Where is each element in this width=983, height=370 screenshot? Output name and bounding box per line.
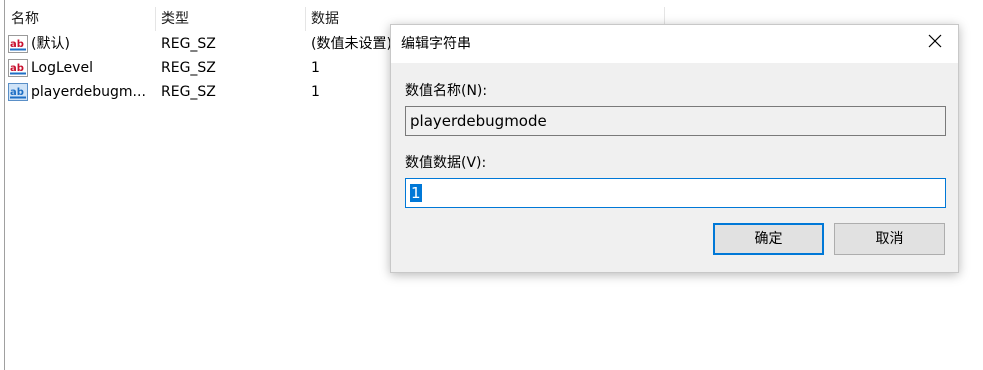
column-header-name[interactable]: 名称 [5,7,155,31]
value-type: REG_SZ [161,60,216,76]
string-value-icon: ab [8,83,28,101]
value-name-label: 数值名称(N): [405,83,488,99]
value-name: playerdebugm... [31,84,146,100]
close-button[interactable] [912,25,958,57]
value-data: 1 [311,84,320,100]
value-data: (数值未设置) [311,36,392,52]
svg-text:ab: ab [10,87,24,98]
value-name-field: playerdebugmode [405,106,946,136]
dialog-titlebar[interactable]: 编辑字符串 [391,25,958,63]
name-cell: ab playerdebugm... [8,80,158,104]
close-icon [928,34,942,48]
value-data-label: 数值数据(V): [405,155,487,171]
column-header-type[interactable]: 类型 [155,7,305,31]
string-value-icon: ab [8,35,28,53]
value-data: 1 [311,60,320,76]
string-value-icon: ab [8,59,28,77]
name-cell: ab (默认) [8,32,158,56]
list-item[interactable]: ab (默认) REG_SZ (数值未设置) [5,32,405,56]
value-type: REG_SZ [161,36,216,52]
value-name-text: playerdebugmode [410,112,547,130]
edit-string-dialog: 编辑字符串 数值名称(N): playerdebugmode 数值数据(V): … [390,24,959,273]
value-rows: ab (默认) REG_SZ (数值未设置) ab LogLevel REG_S… [5,32,405,104]
value-name: LogLevel [31,60,93,76]
dialog-title: 编辑字符串 [401,36,471,52]
svg-text:ab: ab [10,39,24,50]
list-item[interactable]: ab LogLevel REG_SZ 1 [5,56,405,80]
svg-text:ab: ab [10,63,24,74]
value-data-selection: 1 [410,184,422,202]
value-name: (默认) [31,36,70,52]
cancel-button[interactable]: 取消 [834,223,945,255]
name-cell: ab LogLevel [8,56,158,80]
ok-button[interactable]: 确定 [713,223,824,255]
value-type: REG_SZ [161,84,216,100]
list-item[interactable]: ab playerdebugm... REG_SZ 1 [5,80,405,104]
value-data-input[interactable]: 1 [405,178,946,208]
